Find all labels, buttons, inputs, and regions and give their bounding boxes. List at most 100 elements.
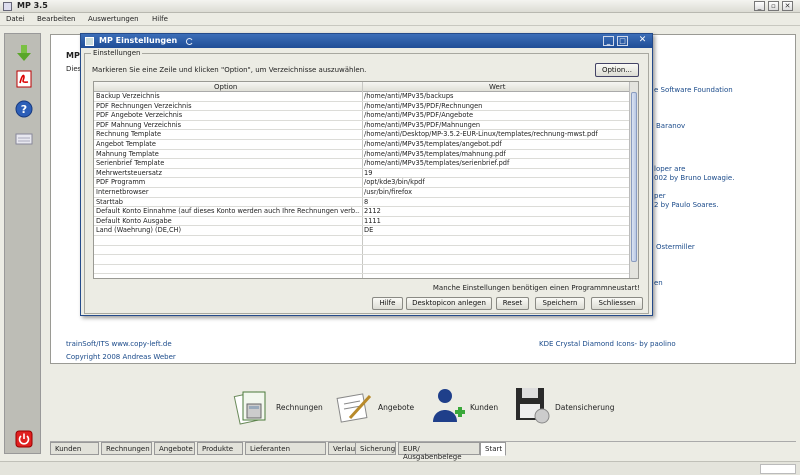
power-icon[interactable] (15, 430, 33, 448)
value-cell[interactable]: 8 (364, 198, 629, 207)
minimize-button[interactable]: _ (754, 1, 765, 11)
table-row[interactable]: Rechnung Template/home/anti/Desktop/MP-3… (94, 130, 631, 140)
speichern-button[interactable]: Speichern (535, 297, 585, 310)
floppy-disk-icon (516, 388, 550, 424)
reset-button[interactable]: Reset (496, 297, 529, 310)
maximize-button[interactable]: ▫ (768, 1, 779, 11)
option-cell[interactable]: PDF Mahnung Verzeichnis (96, 121, 360, 130)
datensicherung-action[interactable]: Datensicherung (514, 386, 615, 428)
value-cell[interactable]: /opt/kde3/bin/kpdf (364, 178, 629, 187)
option-cell[interactable]: Angebot Template (96, 140, 360, 149)
settings-group: Einstellungen Markieren Sie eine Zeile u… (84, 49, 649, 314)
credit-text: 002 by Bruno Lowagie. (654, 174, 735, 182)
table-row[interactable]: Serienbrief Template/home/anti/MPv35/tem… (94, 159, 631, 169)
option-cell[interactable]: Serienbrief Template (96, 159, 360, 168)
dialog-close-button[interactable]: ✕ (637, 36, 648, 46)
keyboard-icon[interactable] (15, 130, 33, 148)
table-row[interactable] (94, 255, 631, 265)
tab-start[interactable]: Start (480, 442, 506, 456)
window-title: MP 3.5 (17, 1, 48, 10)
table-row[interactable]: PDF Angebote Verzeichnis/home/anti/MPv35… (94, 111, 631, 121)
footer-link[interactable]: trainSoft/ITS www.copy-left.de (66, 340, 172, 348)
option-cell[interactable]: Starttab (96, 198, 360, 207)
menu-bearbeiten[interactable]: Bearbeiten (37, 15, 75, 23)
value-cell[interactable]: /home/anti/MPv35/templates/angebot.pdf (364, 140, 629, 149)
table-row[interactable]: Default Konto Ausgabe 1111 (94, 217, 631, 227)
table-row[interactable]: Land (Waehrung) (DE,CH) DE (94, 226, 631, 236)
tab-sicherung[interactable]: Sicherung (355, 442, 396, 455)
menu-hilfe[interactable]: Hilfe (152, 15, 168, 23)
dialog-minimize-button[interactable]: _ (603, 36, 614, 46)
option-cell[interactable]: Land (Waehrung) (DE,CH) (96, 226, 360, 235)
option-cell[interactable]: Mehrwertsteuersatz (96, 169, 360, 178)
table-row[interactable]: Starttab 8 (94, 198, 631, 208)
table-row[interactable] (94, 265, 631, 275)
option-cell[interactable]: PDF Rechnungen Verzeichnis (96, 102, 360, 111)
table-row[interactable]: Mahnung Template/home/anti/MPv35/templat… (94, 150, 631, 160)
option-cell[interactable]: Rechnung Template (96, 130, 360, 139)
value-cell[interactable]: /home/anti/Desktop/MP-3.5.2-EUR-Linux/te… (364, 130, 629, 139)
left-toolbar: ? (4, 33, 41, 454)
option-cell[interactable]: Backup Verzeichnis (96, 92, 360, 101)
table-row[interactable]: Mehrwertsteuersatz 19 (94, 169, 631, 179)
option-cell[interactable]: Mahnung Template (96, 150, 360, 159)
value-cell[interactable]: /home/anti/MPv35/PDF/Mahnungen (364, 121, 629, 130)
option-cell[interactable]: Default Konto Einnahme (auf dieses Konto… (96, 207, 360, 216)
table-row[interactable]: PDF Programm/opt/kde3/bin/kpdf (94, 178, 631, 188)
column-header-wert[interactable]: Wert (489, 83, 505, 91)
value-cell[interactable]: /home/anti/MPv35/PDF/Rechnungen (364, 102, 629, 111)
option-button[interactable]: Option... (595, 63, 639, 77)
value-cell[interactable]: /home/anti/MPv35/PDF/Angebote (364, 111, 629, 120)
table-row[interactable]: Angebot Template/home/anti/MPv35/templat… (94, 140, 631, 150)
settings-dialog: MP Einstellungen _ □ ✕ Einstellungen Mar… (80, 33, 653, 316)
desktopicon-button[interactable]: Desktopicon anlegen (406, 297, 492, 310)
vertical-scrollbar[interactable] (629, 82, 638, 278)
table-row[interactable]: PDF Rechnungen Verzeichnis/home/anti/MPv… (94, 102, 631, 112)
value-cell[interactable]: /home/anti/MPv35/templates/serienbrief.p… (364, 159, 629, 168)
menu-auswertungen[interactable]: Auswertungen (88, 15, 139, 23)
table-row[interactable] (94, 236, 631, 246)
value-cell[interactable]: 1111 (364, 217, 629, 226)
tab-kunden[interactable]: Kunden (50, 442, 99, 455)
tab-lieferanten[interactable]: Lieferanten (245, 442, 326, 455)
tab-angebote[interactable]: Angebote (154, 442, 195, 455)
table-row[interactable]: Backup Verzeichnis/home/anti/MPv35/backu… (94, 92, 631, 102)
tab-rechnungen[interactable]: Rechnungen (101, 442, 152, 455)
value-cell[interactable]: /home/anti/MPv35/backups (364, 92, 629, 101)
dialog-maximize-button[interactable]: □ (617, 36, 628, 46)
rechnungen-action[interactable]: Rechnungen (233, 388, 333, 428)
pdf-icon[interactable] (15, 70, 33, 88)
help-icon[interactable]: ? (15, 100, 33, 118)
kunden-label: Kunden (470, 403, 499, 412)
restart-note: Manche Einstellungen benötigen einen Pro… (432, 284, 640, 292)
kunden-action[interactable]: Kunden (430, 386, 502, 428)
table-row[interactable]: PDF Mahnung Verzeichnis/home/anti/MPv35/… (94, 121, 631, 131)
angebote-action[interactable]: Angebote (336, 388, 416, 428)
scrollbar-thumb[interactable] (631, 92, 637, 262)
hilfe-button[interactable]: Hilfe (372, 297, 403, 310)
table-row[interactable]: Default Konto Einnahme (auf dieses Konto… (94, 207, 631, 217)
option-cell[interactable]: PDF Programm (96, 178, 360, 187)
menu-datei[interactable]: Datei (6, 15, 25, 23)
table-row[interactable]: Internetbrowser/usr/bin/firefox (94, 188, 631, 198)
download-icon[interactable] (15, 44, 33, 62)
tab-eur-ausgabenbelege[interactable]: EUR/ Ausgabenbelege (398, 442, 480, 461)
tab-produkte[interactable]: Produkte (197, 442, 243, 455)
app-icon (3, 2, 12, 11)
option-cell[interactable]: PDF Angebote Verzeichnis (96, 111, 360, 120)
value-cell[interactable]: 2112 (364, 207, 629, 216)
value-cell[interactable]: 19 (364, 169, 629, 178)
value-cell[interactable]: /usr/bin/firefox (364, 188, 629, 197)
credit-text: Ostermiller (656, 243, 695, 251)
option-cell[interactable]: Default Konto Ausgabe (96, 217, 360, 226)
option-cell[interactable]: Internetbrowser (96, 188, 360, 197)
dialog-titlebar[interactable]: MP Einstellungen _ □ ✕ (81, 34, 652, 48)
schliessen-button[interactable]: Schliessen (591, 297, 643, 310)
value-cell[interactable]: DE (364, 226, 629, 235)
column-header-option[interactable]: Option (214, 83, 237, 91)
close-button[interactable]: ✕ (782, 1, 793, 11)
value-cell[interactable]: /home/anti/MPv35/templates/mahnung.pdf (364, 150, 629, 159)
angebote-label: Angebote (378, 403, 415, 412)
menu-bar: Datei Bearbeiten Auswertungen Hilfe (0, 13, 800, 26)
table-row[interactable] (94, 246, 631, 256)
